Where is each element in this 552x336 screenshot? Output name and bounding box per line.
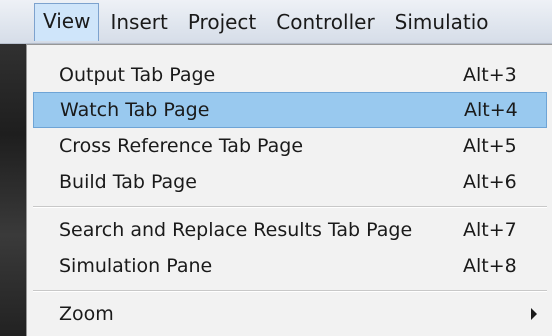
menu-item-watch-tab-page[interactable]: Watch Tab Page Alt+4 [33, 92, 547, 128]
menu-item-shortcut: Alt+3 [463, 64, 517, 86]
menu-item-zoom[interactable]: Zoom [33, 296, 547, 332]
view-dropdown-menu: Output Tab Page Alt+3 Watch Tab Page Alt… [26, 44, 552, 336]
menu-view[interactable]: View [34, 2, 100, 41]
menu-item-label: Watch Tab Page [60, 99, 210, 121]
menu-controller[interactable]: Controller [267, 4, 383, 40]
menu-item-shortcut: Alt+7 [463, 219, 517, 241]
menu-item-shortcut: Alt+6 [463, 171, 517, 193]
menu-item-label: Zoom [59, 303, 114, 325]
menu-item-label: Build Tab Page [59, 171, 197, 193]
application-window: View Insert Project Controller Simulatio… [0, 0, 552, 336]
menu-item-shortcut: Alt+4 [464, 99, 518, 121]
menu-item-build-tab-page[interactable]: Build Tab Page Alt+6 [33, 164, 547, 200]
menu-insert[interactable]: Insert [101, 4, 176, 40]
menu-item-search-replace-results-tab-page[interactable]: Search and Replace Results Tab Page Alt+… [33, 212, 547, 248]
menu-item-shortcut: Alt+8 [463, 255, 517, 277]
menu-item-label: Cross Reference Tab Page [59, 135, 304, 157]
menu-item-simulation-pane[interactable]: Simulation Pane Alt+8 [33, 248, 547, 284]
menu-bar: View Insert Project Controller Simulatio [0, 0, 552, 44]
menu-item-label: Search and Replace Results Tab Page [59, 219, 413, 241]
menu-item-shortcut: Alt+5 [463, 135, 517, 157]
menu-project[interactable]: Project [179, 4, 265, 40]
menu-item-label: Simulation Pane [59, 255, 213, 277]
menu-separator [33, 206, 547, 208]
menu-item-cross-reference-tab-page[interactable]: Cross Reference Tab Page Alt+5 [33, 128, 547, 164]
menu-item-label: Output Tab Page [59, 64, 216, 86]
menu-separator [33, 290, 547, 292]
menu-simulation[interactable]: Simulatio [386, 4, 498, 40]
chevron-right-icon [531, 308, 537, 320]
menu-item-output-tab-page[interactable]: Output Tab Page Alt+3 [33, 57, 547, 93]
